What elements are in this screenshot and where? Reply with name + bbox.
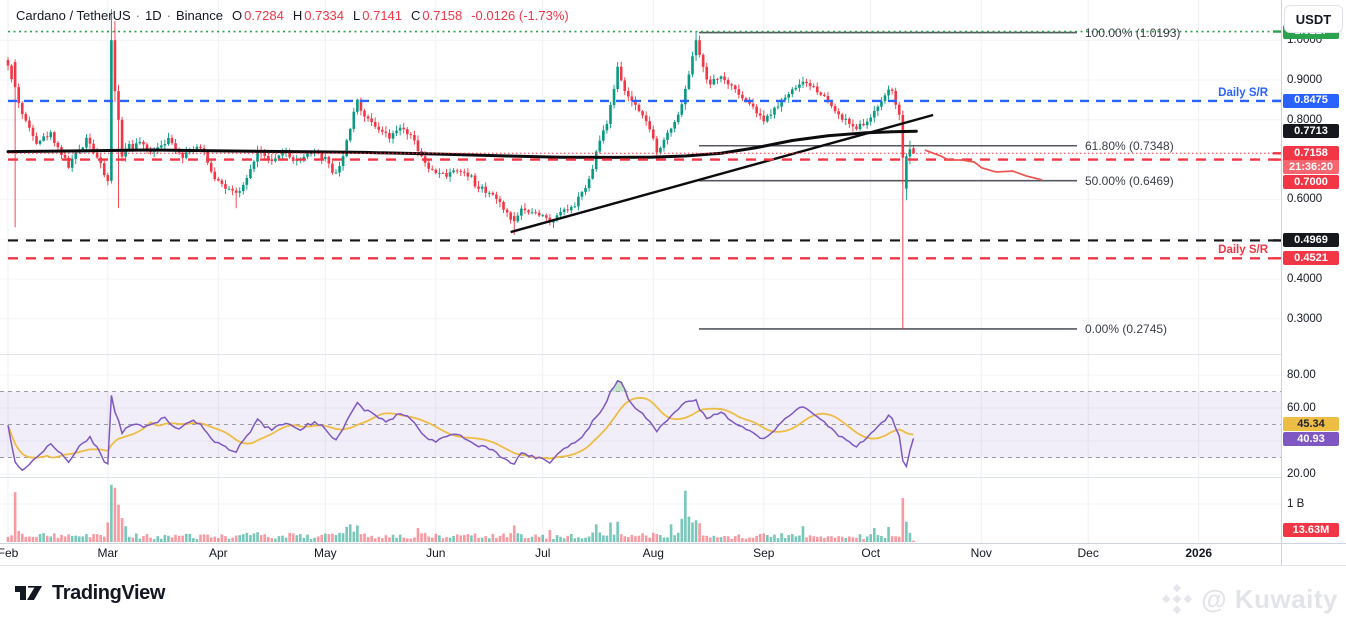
watermark-text: @ Kuwaity [1201,584,1338,615]
tradingview-mark-icon [14,581,44,605]
symbol-title: Cardano / TetherUS [16,8,131,23]
tradingview-brand-text: TradingView [52,582,165,605]
low-value: 0.7141 [362,8,402,23]
low-label: L [353,8,360,23]
high-label: H [293,8,302,23]
watermark: @ Kuwaity [1160,582,1338,616]
tradingview-logo[interactable]: TradingView [14,581,165,605]
open-label: O [232,8,242,23]
tradingview-chart-window: 1.00000.90000.80000.60000.40000.30001.02… [0,0,1346,621]
chart-legend: Cardano / TetherUS·1D·BinanceO0.7284H0.7… [16,8,569,23]
currency-toggle-button[interactable]: USDT [1284,5,1343,33]
close-label: C [411,8,420,23]
legend-separator: · [136,8,140,23]
open-value: 0.7284 [244,8,284,23]
diamond-icon [1160,582,1194,616]
exchange-label: Binance [176,8,223,23]
interval-label: 1D [145,8,162,23]
high-value: 0.7334 [304,8,344,23]
change-value: -0.0126 (-1.73%) [471,8,569,23]
price-chart-canvas[interactable] [0,0,1346,566]
legend-separator: · [167,8,171,23]
close-value: 0.7158 [422,8,462,23]
